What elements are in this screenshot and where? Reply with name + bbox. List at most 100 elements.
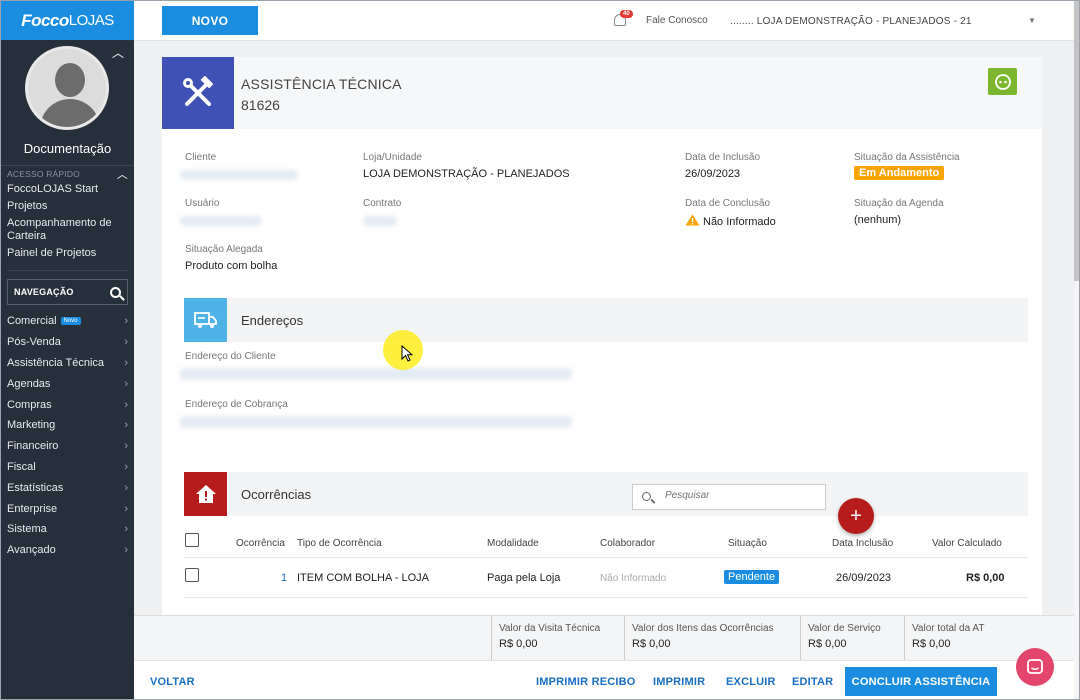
page-title: ASSISTÊNCIA TÉCNICA [241, 76, 402, 92]
nav-item-avancado[interactable]: Avançado › [1, 540, 134, 561]
nav-item-marketing[interactable]: Marketing › [1, 415, 134, 436]
nav-label: Sistema [7, 523, 47, 536]
scrollbar-thumb[interactable] [1074, 1, 1079, 281]
page-scrollbar[interactable] [1074, 1, 1079, 699]
quick-link-painel[interactable]: Painel de Projetos [1, 245, 134, 262]
summary-value: R$ 0,00 [632, 638, 671, 650]
quick-link-acompanhamento[interactable]: Acompanhamento de Carteira [1, 215, 134, 245]
nav-label: Agendas [7, 377, 51, 390]
chevron-right-icon: › [124, 481, 128, 494]
col-ocorrencia[interactable]: Ocorrência [236, 538, 285, 549]
chevron-right-icon: › [124, 336, 128, 349]
cliente-value-redacted [180, 170, 298, 180]
chevron-right-icon: › [124, 523, 128, 536]
logo-bold-text: Focco [21, 10, 69, 30]
nav-item-financeiro[interactable]: Financeiro › [1, 436, 134, 457]
app-logo[interactable]: Focco LOJAS [1, 1, 134, 40]
avatar-head-shape [55, 63, 85, 97]
nav-item-enterprise[interactable]: Enterprise › [1, 498, 134, 519]
add-ocorrencia-button[interactable]: + [838, 498, 874, 534]
row-modalidade: Paga pela Loja [487, 572, 561, 584]
situacao-alegada-value: Produto com bolha [185, 260, 278, 272]
row-colaborador: Não Informado [600, 573, 667, 584]
summary-value: R$ 0,00 [912, 638, 951, 650]
nav-search[interactable]: NAVEGAÇÃO [7, 279, 128, 305]
nav-label: Compras [7, 398, 52, 411]
ocorrencias-search-input[interactable] [665, 490, 815, 501]
endereco-cobranca-redacted [180, 416, 572, 428]
data-conclusao-text: Não Informado [703, 216, 776, 228]
situacao-agenda-value: (nenhum) [854, 214, 902, 226]
quick-access-header[interactable]: ACESSO RÁPIDO ︿ [1, 165, 134, 181]
row-divider [184, 597, 1028, 598]
card-header: ASSISTÊNCIA TÉCNICA 81626 [162, 57, 1042, 129]
select-all-checkbox[interactable] [185, 533, 199, 547]
usuario-label: Usuário [185, 198, 220, 209]
col-modalidade[interactable]: Modalidade [487, 538, 539, 549]
nav-label: Comercial [7, 315, 57, 328]
quick-link-start[interactable]: FoccoLOJAS Start [1, 181, 134, 198]
nav-item-comercial[interactable]: Comercial Novo › [1, 311, 134, 332]
nav-label: Avançado [7, 544, 56, 557]
nav-item-compras[interactable]: Compras › [1, 394, 134, 415]
nav-item-estatisticas[interactable]: Estatísticas › [1, 477, 134, 498]
status-badge: Em Andamento [854, 166, 945, 180]
chevron-right-icon: › [124, 356, 128, 369]
data-conclusao-value: Não Informado [685, 214, 776, 228]
situacao-alegada-label: Situação Alegada [185, 244, 263, 255]
summary-label: Valor de Serviço [808, 623, 881, 634]
tools-icon [162, 57, 234, 129]
top-bar: NOVO 40 Fale Conosco ........ LOJA DEMON… [134, 1, 1074, 41]
situacao-assistencia-label: Situação da Assistência [854, 152, 960, 163]
store-selector[interactable]: ........ LOJA DEMONSTRAÇÃO - PLANEJADOS … [730, 16, 972, 27]
sidebar: Focco LOJAS ︿ Documentação ACESSO RÁPIDO … [1, 1, 134, 699]
col-data-inclusao[interactable]: Data Inclusão [832, 538, 893, 549]
enderecos-title: Endereços [241, 313, 304, 328]
contrato-label: Contrato [363, 198, 402, 209]
row-checkbox[interactable] [185, 568, 199, 582]
back-button[interactable]: VOLTAR [150, 676, 195, 688]
ocorrencias-search[interactable] [632, 484, 826, 510]
contact-link[interactable]: Fale Conosco [646, 15, 708, 26]
contrato-value-redacted [363, 216, 397, 226]
robot-icon[interactable] [988, 68, 1017, 95]
new-button[interactable]: NOVO [162, 6, 258, 35]
col-tipo[interactable]: Tipo de Ocorrência [297, 538, 382, 549]
row-tipo: ITEM COM BOLHA - LOJA [297, 572, 430, 584]
warning-icon [685, 214, 700, 226]
quick-link-projetos[interactable]: Projetos [1, 198, 134, 215]
data-inclusao-label: Data de Inclusão [685, 152, 761, 163]
nav-label: Fiscal [7, 460, 36, 473]
nav-item-fiscal[interactable]: Fiscal › [1, 457, 134, 478]
collapse-profile-icon[interactable]: ︿ [112, 44, 124, 61]
row-ocorrencia-link[interactable]: 1 [281, 572, 287, 584]
edit-button[interactable]: EDITAR [792, 676, 833, 688]
col-situacao[interactable]: Situação [728, 538, 767, 549]
chevron-up-icon[interactable]: ︿ [117, 166, 128, 182]
avatar[interactable] [25, 46, 109, 130]
nav-item-assistencia[interactable]: Assistência Técnica › [1, 353, 134, 374]
new-badge: Novo [60, 317, 81, 326]
conclude-assistance-button[interactable]: CONCLUIR ASSISTÊNCIA [845, 667, 997, 696]
user-panel: ︿ [1, 40, 134, 155]
usuario-value-redacted [180, 216, 262, 226]
col-valor-calculado[interactable]: Valor Calculado [932, 538, 1002, 549]
nav-item-agendas[interactable]: Agendas › [1, 373, 134, 394]
print-receipt-button[interactable]: IMPRIMIR RECIBO [536, 676, 636, 688]
summary-servico: Valor de Serviço R$ 0,00 [800, 616, 904, 661]
nav-label: Assistência Técnica [7, 356, 105, 369]
nav-item-pos-venda[interactable]: Pós-Venda › [1, 332, 134, 353]
delete-button[interactable]: EXCLUIR [726, 676, 776, 688]
situacao-agenda-label: Situação da Agenda [854, 198, 944, 209]
caret-down-icon[interactable]: ▼ [1028, 16, 1036, 25]
logo-thin-text: LOJAS [68, 12, 115, 29]
col-colaborador[interactable]: Colaborador [600, 538, 655, 549]
search-icon[interactable] [110, 286, 121, 298]
nav-label: Marketing [7, 419, 56, 432]
chevron-right-icon: › [124, 377, 128, 390]
chat-icon[interactable] [1016, 648, 1054, 686]
values-summary: Valor da Visita Técnica R$ 0,00 Valor do… [134, 615, 1074, 661]
print-button[interactable]: IMPRIMIR [653, 676, 705, 688]
quick-access-list: FoccoLOJAS Start Projetos Acompanhamento… [1, 181, 134, 262]
nav-item-sistema[interactable]: Sistema › [1, 519, 134, 540]
